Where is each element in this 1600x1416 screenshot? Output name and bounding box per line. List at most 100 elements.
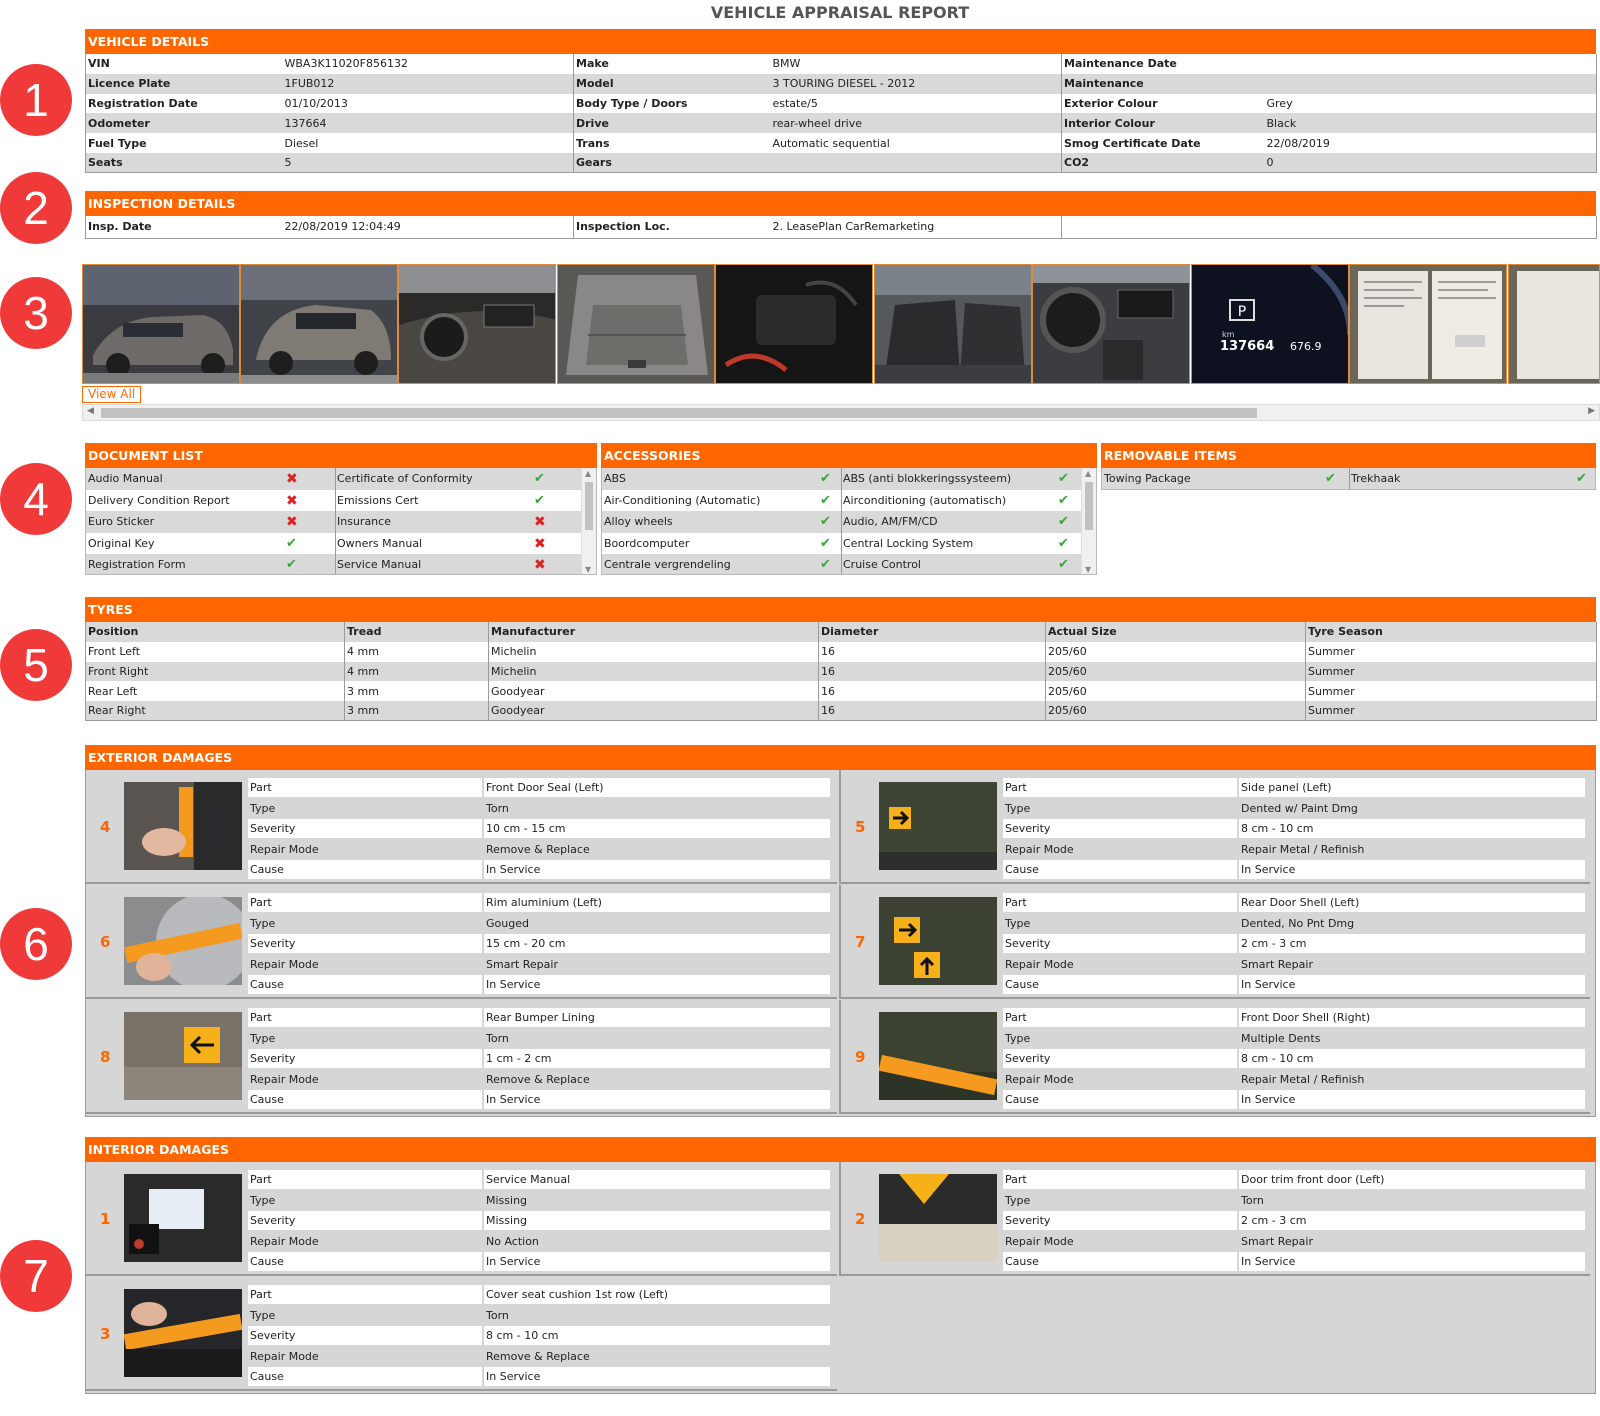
damage-field-row: Severity 2 cm - 3 cm <box>1003 1211 1587 1232</box>
damage-photo[interactable] <box>124 1012 242 1100</box>
scroll-up-icon[interactable]: ▲ <box>585 469 591 478</box>
photo-thumb-odometer-display[interactable]: Pkm 137664 676.9 <box>1191 264 1349 384</box>
damage-field-row: Type Torn <box>248 1305 832 1327</box>
damage-field-label: Repair Mode <box>248 839 482 859</box>
photo-thumb-dashboard[interactable] <box>398 264 556 384</box>
photo-thumb-rear-seats[interactable] <box>874 264 1032 384</box>
damage-card[interactable]: 8 Part Rear Bumper Lining Type Torn Severity 1… <box>86 1000 837 1114</box>
damage-photo[interactable] <box>879 782 997 870</box>
photo-thumb-interior-cockpit[interactable] <box>1032 264 1190 384</box>
tyre-cell: 3 mm <box>344 701 489 721</box>
section-marker: 7 <box>0 1240 72 1312</box>
scroll-left-icon[interactable]: ◀ <box>87 406 94 416</box>
damage-field-row: Repair Mode Smart Repair <box>1003 1231 1587 1253</box>
damage-card[interactable]: 1 Part Service Manual Type Missing Severity Mi… <box>86 1162 837 1276</box>
damage-field-label: Cause <box>248 1367 482 1387</box>
damage-field-value: Dented, No Pnt Dmg <box>1239 913 1585 933</box>
damage-card[interactable]: 2 Part Door trim front door (Left) Type Torn… <box>839 1162 1590 1276</box>
detail-label: Maintenance Date <box>1061 54 1265 74</box>
photo-thumb-documents-partial[interactable] <box>1508 264 1600 384</box>
damage-field-label: Part <box>248 1170 482 1189</box>
damage-field-label: Part <box>248 893 482 912</box>
tyre-cell: 3 mm <box>344 681 489 702</box>
damage-field-value: Front Door Shell (Right) <box>1239 1008 1585 1027</box>
detail-value: 22/08/2019 <box>1264 133 1597 153</box>
damage-photo[interactable] <box>124 1174 242 1262</box>
damage-fields: Part Cover seat cushion 1st row (Left) Typ… <box>248 1285 832 1388</box>
damage-card[interactable]: 6 Part Rim aluminium (Left) Type Gouged Sever… <box>86 885 837 999</box>
photo-thumb-trunk[interactable] <box>557 264 715 384</box>
odometer-reading: 137664 <box>1220 339 1274 354</box>
damage-field-row: Repair Mode Smart Repair <box>248 954 832 976</box>
list-scrollbar[interactable]: ▲ ▼ <box>1081 468 1096 574</box>
damage-photo-image <box>124 1289 242 1377</box>
checklist-item-label: Towing Package <box>1104 472 1191 485</box>
checklist-item-label: Euro Sticker <box>88 515 155 528</box>
damage-field-value: 15 cm - 20 cm <box>484 934 830 954</box>
tyre-cell: Front Left <box>85 641 345 662</box>
scrollbar-thumb[interactable] <box>1085 482 1093 530</box>
photo-thumb-documents[interactable] <box>1349 264 1507 384</box>
detail-label: Drive <box>573 113 771 134</box>
checklist-row: Registration Form ✔ Service Manual ✖ <box>86 554 581 574</box>
check-icon: ✔ <box>820 471 831 486</box>
detail-label: Gears <box>573 152 771 173</box>
checklist-item-label: Owners Manual <box>337 536 423 550</box>
insp-empty-cell <box>1061 216 1597 238</box>
check-icon: ✔ <box>1058 535 1069 551</box>
photo-strip[interactable]: Pkm 137664 676.9 <box>82 264 1600 385</box>
scrollbar-thumb[interactable] <box>101 408 1257 418</box>
checklist-item-label: Cruise Control <box>843 558 921 571</box>
damage-field-row: Cause In Service <box>1003 1252 1587 1273</box>
photo-thumb-front-left-exterior[interactable] <box>82 264 240 384</box>
damage-photo[interactable] <box>124 782 242 870</box>
damage-card[interactable]: 7 Part Rear Door Shell (Left) Type Dented, N… <box>839 885 1590 999</box>
tyre-cell: 16 <box>818 701 1046 721</box>
detail-label: Model <box>573 73 771 94</box>
damage-photo[interactable] <box>124 1289 242 1377</box>
damage-card[interactable]: 9 Part Front Door Shell (Right) Type Multipl… <box>839 1000 1590 1114</box>
damage-field-value: 8 cm - 10 cm <box>484 1326 830 1346</box>
damage-field-label: Part <box>248 778 482 797</box>
damage-field-value: Smart Repair <box>1239 1231 1585 1251</box>
tyre-cell: Michelin <box>488 641 819 662</box>
scroll-right-icon[interactable]: ▶ <box>1588 406 1595 416</box>
gallery-scrollbar[interactable]: ◀ ▶ <box>82 404 1600 421</box>
column-divider <box>335 468 336 490</box>
photo-thumb-rear-right-exterior[interactable] <box>240 264 398 384</box>
tyre-cell: Rear Right <box>85 701 345 721</box>
damage-field-label: Type <box>248 1190 482 1210</box>
view-all-button[interactable]: View All <box>82 386 142 403</box>
damage-card[interactable]: 4 Part Front Door Seal (Left) Type Torn Sever… <box>86 770 837 884</box>
damage-field-row: Part Rim aluminium (Left) <box>248 893 832 914</box>
damage-photo[interactable] <box>879 897 997 985</box>
damage-photo[interactable] <box>879 1174 997 1262</box>
checklist-item-label: Central Locking System <box>843 536 974 550</box>
column-divider <box>841 511 842 533</box>
scroll-up-icon[interactable]: ▲ <box>1085 469 1091 478</box>
damage-card[interactable]: 3 Part Cover seat cushion 1st row (Left) Ty… <box>86 1277 837 1391</box>
damage-field-label: Severity <box>248 1326 482 1346</box>
damage-photo[interactable] <box>879 1012 997 1100</box>
damage-field-row: Type Torn <box>248 798 832 820</box>
checklist-item-label: Air-Conditioning (Automatic) <box>604 493 761 507</box>
accessories-section: ACCESSORIES ABS ✔ ABS (anti blokkeringssys… <box>601 443 1097 575</box>
check-icon: ✔ <box>820 492 831 508</box>
checklist-item-label: Original Key <box>88 536 155 550</box>
scrollbar-thumb[interactable] <box>585 482 593 530</box>
damage-field-label: Type <box>1003 798 1237 818</box>
damage-card[interactable]: 5 Part Side panel (Left) Type Dented w/ Pain… <box>839 770 1590 884</box>
tyre-cell: Rear Left <box>85 681 345 702</box>
tyre-cell: Summer <box>1305 641 1597 662</box>
damage-photo[interactable] <box>124 897 242 985</box>
photo-thumb-accessories-bag[interactable] <box>715 264 873 384</box>
vehicle-details-row: VIN WBA3K11020F856132 Make BMW Maintenance D… <box>85 54 1597 74</box>
list-scrollbar[interactable]: ▲ ▼ <box>581 468 596 574</box>
damage-field-label: Cause <box>1003 1090 1237 1110</box>
tyre-cell: 205/60 <box>1045 641 1306 662</box>
scroll-down-icon[interactable]: ▼ <box>585 565 591 574</box>
scroll-down-icon[interactable]: ▼ <box>1085 565 1091 574</box>
checklist-item-label: Service Manual <box>337 558 422 571</box>
damage-field-value: Multiple Dents <box>1239 1028 1585 1048</box>
checklist-row: Centrale vergrendeling ✔ Cruise Control ✔ <box>602 554 1081 574</box>
